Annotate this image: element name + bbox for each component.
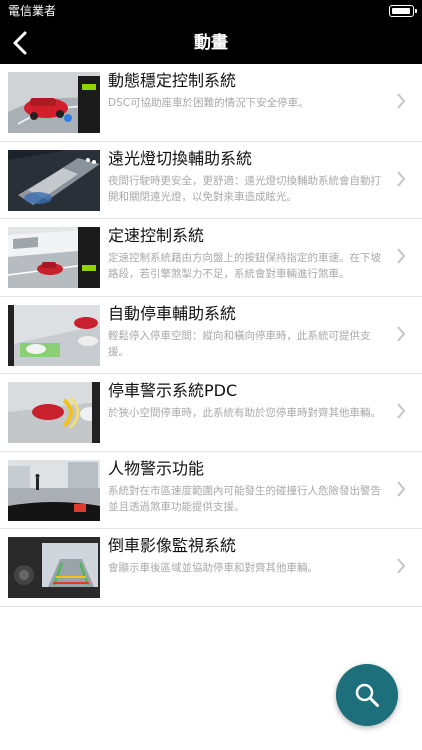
search-button[interactable]: [336, 664, 398, 726]
thumbnail-pedestrian-warning: [8, 459, 100, 521]
animation-list: 動態穩定控制系統 DSC可協助座車於困難的情況下安全停車。 遠光燈切換輔助系統 …: [0, 64, 422, 607]
back-button[interactable]: [6, 28, 36, 58]
chevron-right-icon: [397, 325, 406, 342]
navigation-bar: 動畫: [0, 22, 422, 64]
item-description: 輕鬆停入停車空間：縱向和橫向停車時，此系統可提供支援。: [108, 329, 371, 358]
list-item-dsc[interactable]: 動態穩定控制系統 DSC可協助座車於困難的情況下安全停車。: [0, 64, 422, 142]
item-title: 人物警示功能: [108, 458, 205, 478]
item-title: 動態穩定控制系統: [108, 71, 237, 90]
item-description: 於狹小空間停車時，此系統有助於您停車時對齊其他車輛。: [108, 407, 381, 419]
chevron-right-icon: [397, 403, 406, 419]
item-title: 停車警示系統PDC: [108, 381, 238, 400]
list-item-rear-view-camera[interactable]: 倒車影像監視系統 會顯示車後區域並協助停車和對齊其他車輛。: [0, 529, 422, 607]
chevron-right-icon: [397, 93, 406, 109]
item-description: DSC可協助座車於困難的情況下安全停車。: [108, 97, 309, 109]
page-title: 動畫: [194, 33, 228, 53]
thumbnail-park-assist: [8, 304, 100, 366]
item-description: 系統對在市區速度範圍內可能發生的碰撞行人危險發出警告並且透過煞車功能提供支援。: [108, 484, 381, 513]
list-item-cruise-control[interactable]: 定速控制系統 定速控制系統藉由方向盤上的按鈕保持指定的車速。在下坡路段，若引擎煞…: [0, 219, 422, 297]
chevron-right-icon: [397, 480, 406, 497]
thumbnail-rear-view-camera: [8, 537, 100, 598]
list-item-high-beam[interactable]: 遠光燈切換輔助系統 夜間行駛時更安全，更舒適：遠光燈切換輔助系統會自動打開和關閉…: [0, 142, 422, 219]
item-title: 倒車影像監視系統: [108, 536, 237, 555]
search-icon: [355, 683, 379, 707]
thumbnail-cruise-control: [8, 227, 100, 288]
item-title: 定速控制系統: [108, 226, 205, 245]
item-description: 定速控制系統藉由方向盤上的按鈕保持指定的車速。在下坡路段，若引擎煞掣力不足，系統…: [108, 252, 381, 280]
status-bar: 電信業者: [0, 0, 422, 22]
list-item-park-assist[interactable]: 自動停車輔助系統 輕鬆停入停車空間：縱向和橫向停車時，此系統可提供支援。: [0, 297, 422, 374]
thumbnail-dsc: [8, 72, 100, 133]
chevron-right-icon: [397, 248, 406, 264]
list-item-pedestrian-warning[interactable]: 人物警示功能 系統對在市區速度範圍內可能發生的碰撞行人危險發出警告並且透過煞車功…: [0, 452, 422, 529]
chevron-right-icon: [397, 558, 406, 574]
thumbnail-high-beam: [8, 149, 100, 211]
thumbnail-pdc: [8, 382, 100, 443]
item-title: 自動停車輔助系統: [108, 303, 237, 323]
battery-icon: [389, 5, 417, 17]
chevron-right-icon: [397, 170, 406, 187]
chevron-left-icon: [13, 31, 27, 55]
list-item-pdc[interactable]: 停車警示系統PDC 於狹小空間停車時，此系統有助於您停車時對齊其他車輛。: [0, 374, 422, 452]
carrier-label: 電信業者: [8, 4, 57, 18]
item-description: 夜間行駛時更安全，更舒適：遠光燈切換輔助系統會自動打開和關閉遠光燈，以免對來車造…: [108, 174, 381, 203]
item-title: 遠光燈切換輔助系統: [108, 148, 253, 168]
item-description: 會顯示車後區域並協助停車和對齊其他車輛。: [108, 562, 318, 574]
